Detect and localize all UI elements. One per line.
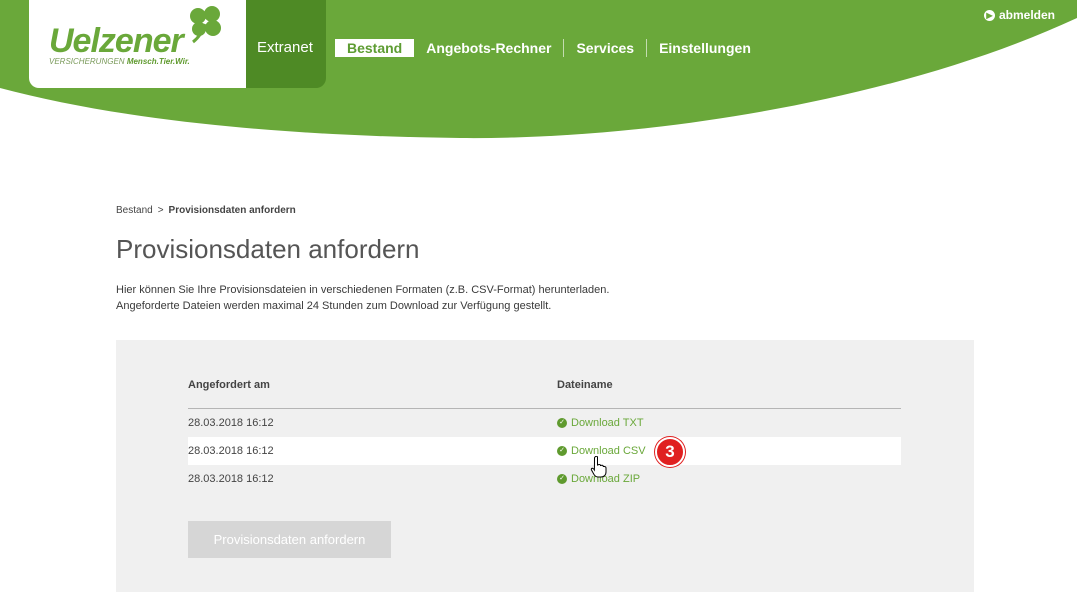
- download-txt-link[interactable]: ✓ Download TXT: [557, 417, 901, 429]
- check-circle-icon: ✓: [557, 474, 567, 484]
- main-nav: Bestand Angebots-Rechner Services Einste…: [335, 39, 763, 57]
- download-zip-link[interactable]: ✓ Download ZIP: [557, 473, 901, 485]
- nav-item-einstellungen[interactable]: Einstellungen: [646, 39, 763, 57]
- breadcrumb: Bestand > Provisionsdaten anfordern: [116, 205, 296, 216]
- app-label-tab: Extranet: [246, 0, 326, 88]
- row-date: 28.03.2018 16:12: [188, 445, 274, 457]
- row-date: 28.03.2018 16:12: [188, 473, 274, 485]
- logo[interactable]: Uelzener VERSICHERUNGEN Mensch.Tier.Wir.: [29, 0, 246, 88]
- nav-item-services[interactable]: Services: [563, 39, 646, 57]
- breadcrumb-current: Provisionsdaten anfordern: [168, 205, 296, 216]
- app-label: Extranet: [257, 39, 313, 56]
- step-badge: 3: [655, 437, 685, 467]
- breadcrumb-separator: >: [157, 205, 164, 216]
- clover-icon: [190, 6, 221, 44]
- download-csv-link[interactable]: ✓ Download CSV: [557, 445, 901, 457]
- downloads-table: Angefordert am Dateiname 28.03.2018 16:1…: [188, 370, 901, 493]
- column-header-date: Angefordert am: [188, 379, 270, 391]
- logo-tagline: VERSICHERUNGEN Mensch.Tier.Wir.: [49, 57, 190, 66]
- breadcrumb-parent[interactable]: Bestand: [116, 205, 153, 216]
- table-row: 28.03.2018 16:12 ✓ Download ZIP: [188, 465, 901, 493]
- download-label: Download TXT: [571, 417, 644, 429]
- page-title: Provisionsdaten anfordern: [116, 234, 420, 264]
- downloads-panel: Angefordert am Dateiname 28.03.2018 16:1…: [116, 340, 974, 592]
- hand-pointer-icon: [590, 456, 607, 478]
- logout-label: abmelden: [998, 8, 1055, 22]
- logout-link[interactable]: ▶ abmelden: [983, 8, 1055, 22]
- check-circle-icon: ✓: [557, 418, 567, 428]
- request-data-button[interactable]: Provisionsdaten anfordern: [188, 521, 391, 558]
- table-header: Angefordert am Dateiname: [188, 370, 901, 409]
- table-row: 28.03.2018 16:12 ✓ Download CSV: [188, 437, 901, 465]
- arrow-right-circle-icon: ▶: [983, 9, 995, 21]
- intro-text: Hier können Sie Ihre Provisionsdateien i…: [116, 284, 610, 312]
- check-circle-icon: ✓: [557, 446, 567, 456]
- nav-item-bestand[interactable]: Bestand: [335, 39, 415, 57]
- row-date: 28.03.2018 16:12: [188, 417, 274, 429]
- nav-item-angebots-rechner[interactable]: Angebots-Rechner: [414, 39, 563, 57]
- download-label: Download CSV: [571, 445, 646, 457]
- column-header-filename: Dateiname: [557, 379, 613, 391]
- table-row: 28.03.2018 16:12 ✓ Download TXT: [188, 409, 901, 437]
- logo-wordmark: Uelzener: [49, 22, 184, 60]
